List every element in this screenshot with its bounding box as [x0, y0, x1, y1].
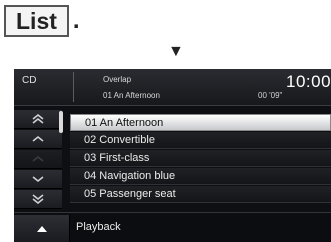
head-unit-screen: CD Overlap 01 An Afternoon 00 '09" 10:00 [14, 69, 331, 242]
current-track: 01 An Afternoon [103, 91, 160, 100]
double-chevron-down-icon [32, 194, 44, 204]
list-key-label: List [4, 5, 69, 37]
page-up-button[interactable] [14, 110, 62, 129]
up-button[interactable] [14, 215, 70, 242]
double-chevron-up-icon [32, 114, 44, 124]
page-down-button[interactable] [14, 190, 62, 209]
scroll-thumb[interactable] [59, 111, 63, 133]
bottom-bar: Playback [14, 212, 331, 242]
list-item[interactable]: 02 Convertible [70, 132, 331, 149]
disabled-icon [32, 155, 44, 162]
instruction: List . [4, 5, 80, 37]
down-triangle-icon: ▼ [168, 43, 184, 60]
clock: 10:00 [286, 72, 331, 91]
list-item[interactable]: 03 First-class [70, 150, 331, 167]
album-title: Overlap [103, 75, 132, 84]
triangle-up-icon [36, 225, 47, 232]
list-item[interactable]: 05 Passenger seat [70, 186, 331, 203]
chevron-down-icon [32, 176, 44, 183]
line-down-button[interactable] [14, 170, 62, 189]
line-up-button[interactable] [14, 130, 62, 149]
list-item[interactable]: 01 An Afternoon [70, 114, 331, 131]
instruction-period: . [72, 7, 80, 34]
playback-button[interactable]: Playback [76, 221, 121, 233]
track-list: 01 An Afternoon 02 Convertible 03 First-… [70, 114, 331, 204]
center-button [14, 150, 62, 169]
list-item[interactable]: 04 Navigation blue [70, 168, 331, 185]
chevron-up-icon [32, 135, 44, 142]
source-label[interactable]: CD [22, 75, 36, 86]
scroll-rail [14, 110, 62, 209]
elapsed-time: 00 '09" [258, 91, 283, 100]
header-divider [73, 72, 74, 102]
now-playing-header: CD Overlap 01 An Afternoon 00 '09" 10:00 [14, 69, 331, 106]
